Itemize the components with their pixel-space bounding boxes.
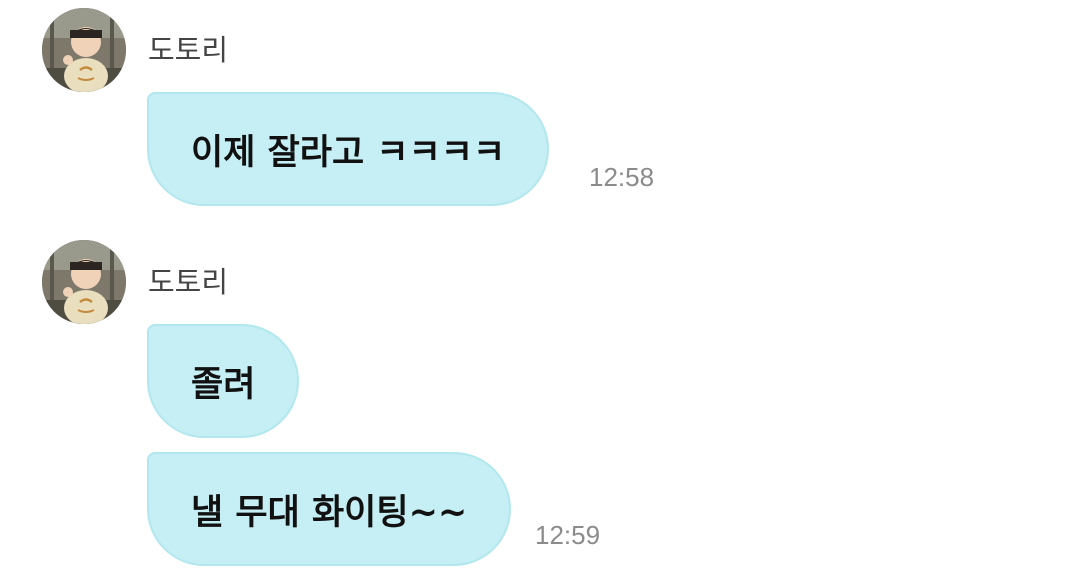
message-timestamp: 12:59: [535, 520, 601, 550]
message-bubble[interactable]: 이제 잘라고 ㅋㅋㅋㅋ: [147, 92, 550, 206]
sender-name: 도토리: [148, 33, 229, 67]
message-timestamp: 12:58: [589, 162, 655, 192]
message-text: 낼 무대 화이팅~~: [191, 492, 468, 533]
profile-photo-child-icon: [42, 8, 126, 92]
message-bubble[interactable]: 졸려: [147, 324, 300, 438]
message-text: 이제 잘라고 ㅋㅋㅋㅋ: [191, 132, 506, 173]
message-bubble[interactable]: 낼 무대 화이팅~~: [147, 452, 512, 566]
profile-photo-child-icon: [42, 240, 126, 324]
avatar[interactable]: [42, 8, 126, 92]
sender-name: 도토리: [148, 265, 229, 299]
avatar[interactable]: [42, 240, 126, 324]
message-text: 졸려: [191, 364, 256, 405]
